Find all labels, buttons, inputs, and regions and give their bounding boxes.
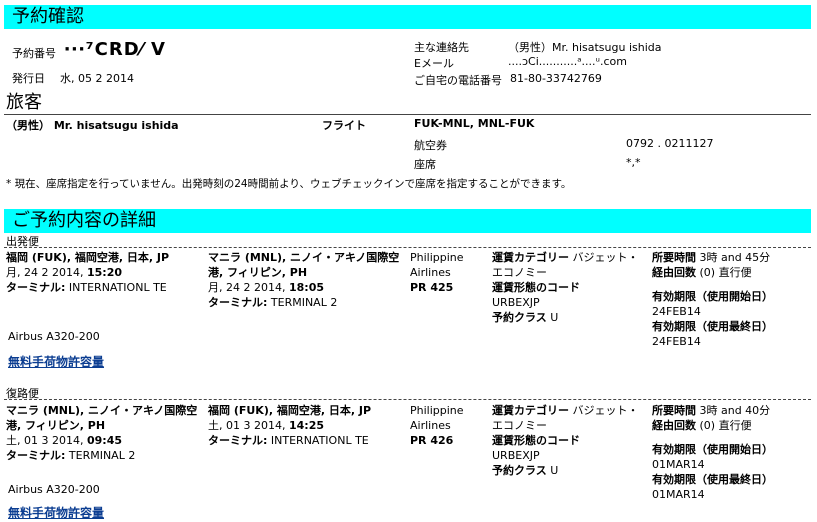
outbound-duration-block: 所要時間 3時 and 45分 経由回数 (0) 直行便 有効期限（使用開始日）…	[652, 250, 812, 349]
outbound-arr-terminal-label: ターミナル:	[208, 296, 268, 309]
outbound-aircraft: Airbus A320-200	[8, 330, 100, 343]
email-value: ....ᴐCi...........ᵃ....ᵘ.com	[508, 55, 627, 68]
return-arr-date: 土, 01 3 2014,	[208, 419, 286, 432]
passenger-divider	[4, 114, 811, 115]
outbound-dep-terminal-label: ターミナル:	[6, 281, 66, 294]
return-valid-to-value: 01MAR14	[652, 488, 705, 501]
outbound-departure: 福岡 (FUK), 福岡空港, 日本, JP 月, 24 2 2014, 15:…	[6, 250, 202, 295]
booking-number-value: ‧‧‧⁷CRD⁄ V	[64, 39, 166, 60]
return-class-value: U	[550, 464, 559, 477]
outbound-duration-value: 3時 and 45分	[699, 251, 771, 264]
return-duration-label: 所要時間	[652, 404, 696, 417]
return-arr-time: 14:25	[288, 419, 324, 432]
outbound-airline: Philippine Airlines	[410, 251, 464, 279]
return-fare-cat-label: 運賃カテゴリー	[492, 404, 569, 417]
outbound-fare-block: 運賃カテゴリー バジェット・エコノミー 運賃形態のコード URBEXJP 予約ク…	[492, 250, 646, 325]
issue-date-label: 発行日	[12, 72, 45, 85]
contact-value: （男性）Mr. hisatsugu ishida	[508, 41, 662, 54]
outbound-flight-no: PR 425	[410, 281, 454, 294]
return-valid-from-value: 01MAR14	[652, 458, 705, 471]
ticket-label: 航空券	[414, 139, 447, 152]
return-stops-label: 経由回数	[652, 419, 696, 432]
phone-label: ご自宅の電話番号	[414, 74, 502, 87]
return-fare-block: 運賃カテゴリー バジェット・エコノミー 運賃形態のコード URBEXJP 予約ク…	[492, 403, 646, 478]
details-header: ご予約内容の詳細	[4, 209, 811, 233]
outbound-fare-cat-label: 運賃カテゴリー	[492, 251, 569, 264]
confirmation-title: 予約確認	[12, 6, 84, 27]
seat-note: * 現在、座席指定を行っていません。出発時刻の24時間前より、ウェブチェックイン…	[6, 178, 572, 190]
return-arr-terminal: INTERNATIONL TE	[270, 434, 369, 447]
outbound-arr-airport: マニラ (MNL), ニノイ・アキノ国際空港, フィリピン, PH	[208, 251, 400, 279]
return-baggage-link[interactable]: 無料手荷物許容量	[8, 504, 104, 521]
return-dep-terminal-label: ターミナル:	[6, 449, 66, 462]
ticket-value: 0792 . 0211127	[626, 137, 714, 150]
outbound-dep-terminal: INTERNATIONL TE	[68, 281, 167, 294]
outbound-fare-code-value: URBEXJP	[492, 296, 540, 309]
outbound-arr-terminal: TERMINAL 2	[270, 296, 338, 309]
issue-date-value: 水, 05 2 2014	[60, 72, 134, 85]
return-flight-no: PR 426	[410, 434, 454, 447]
outbound-valid-to-value: 24FEB14	[652, 335, 701, 348]
email-label: Eメール	[414, 57, 454, 70]
outbound-arr-date: 月, 24 2 2014,	[208, 281, 286, 294]
return-departure: マニラ (MNL), ニノイ・アキノ国際空港, フィリピン, PH 土, 01 …	[6, 403, 202, 463]
seat-label: 座席	[414, 158, 436, 171]
contact-label: 主な連絡先	[414, 41, 469, 54]
outbound-divider	[4, 247, 811, 248]
booking-number-label: 予約番号	[12, 47, 56, 60]
return-valid-to-label: 有効期限（使用最終日）	[652, 473, 773, 486]
outbound-valid-from-label: 有効期限（使用開始日）	[652, 290, 773, 303]
return-aircraft: Airbus A320-200	[8, 483, 100, 496]
outbound-stops-value: (0) 直行便	[699, 266, 752, 279]
return-arrival: 福岡 (FUK), 福岡空港, 日本, JP 土, 01 3 2014, 14:…	[208, 403, 404, 448]
confirmation-header: 予約確認	[4, 5, 811, 29]
outbound-class-value: U	[550, 311, 559, 324]
outbound-dep-airport: 福岡 (FUK), 福岡空港, 日本, JP	[6, 251, 170, 264]
details-title: ご予約内容の詳細	[12, 210, 156, 231]
flight-value: FUK-MNL, MNL-FUK	[414, 117, 535, 130]
outbound-arrival: マニラ (MNL), ニノイ・アキノ国際空港, フィリピン, PH 月, 24 …	[208, 250, 404, 310]
return-dep-terminal: TERMINAL 2	[68, 449, 136, 462]
return-valid-from-label: 有効期限（使用開始日）	[652, 443, 773, 456]
return-duration-block: 所要時間 3時 and 40分 経由回数 (0) 直行便 有効期限（使用開始日）…	[652, 403, 812, 502]
return-fare-code-value: URBEXJP	[492, 449, 540, 462]
return-class-label: 予約クラス	[492, 464, 547, 477]
return-arr-airport: 福岡 (FUK), 福岡空港, 日本, JP	[208, 404, 372, 417]
outbound-dep-time: 15:20	[86, 266, 122, 279]
return-airline: Philippine Airlines	[410, 404, 464, 432]
outbound-valid-to-label: 有効期限（使用最終日）	[652, 320, 773, 333]
return-divider	[4, 399, 811, 400]
passenger-name: （男性） Mr. hisatsugu ishida	[6, 119, 179, 132]
passenger-heading: 旅客	[6, 92, 42, 113]
return-stops-value: (0) 直行便	[699, 419, 752, 432]
outbound-duration-label: 所要時間	[652, 251, 696, 264]
outbound-dep-date: 月, 24 2 2014,	[6, 266, 84, 279]
outbound-arr-time: 18:05	[288, 281, 324, 294]
return-fare-code-label: 運賃形態のコード	[492, 434, 580, 447]
return-arr-terminal-label: ターミナル:	[208, 434, 268, 447]
outbound-fare-code-label: 運賃形態のコード	[492, 281, 580, 294]
return-airline-block: Philippine Airlines PR 426	[410, 403, 486, 448]
return-duration-value: 3時 and 40分	[699, 404, 771, 417]
outbound-baggage-link[interactable]: 無料手荷物許容量	[8, 353, 104, 370]
outbound-valid-from-value: 24FEB14	[652, 305, 701, 318]
return-dep-date: 土, 01 3 2014,	[6, 434, 84, 447]
outbound-airline-block: Philippine Airlines PR 425	[410, 250, 486, 295]
outbound-stops-label: 経由回数	[652, 266, 696, 279]
outbound-class-label: 予約クラス	[492, 311, 547, 324]
phone-value: 81-80-33742769	[510, 72, 602, 85]
seat-value: *,*	[626, 156, 641, 169]
return-dep-time: 09:45	[86, 434, 122, 447]
return-dep-airport: マニラ (MNL), ニノイ・アキノ国際空港, フィリピン, PH	[6, 404, 198, 432]
flight-label: フライト	[322, 119, 366, 132]
